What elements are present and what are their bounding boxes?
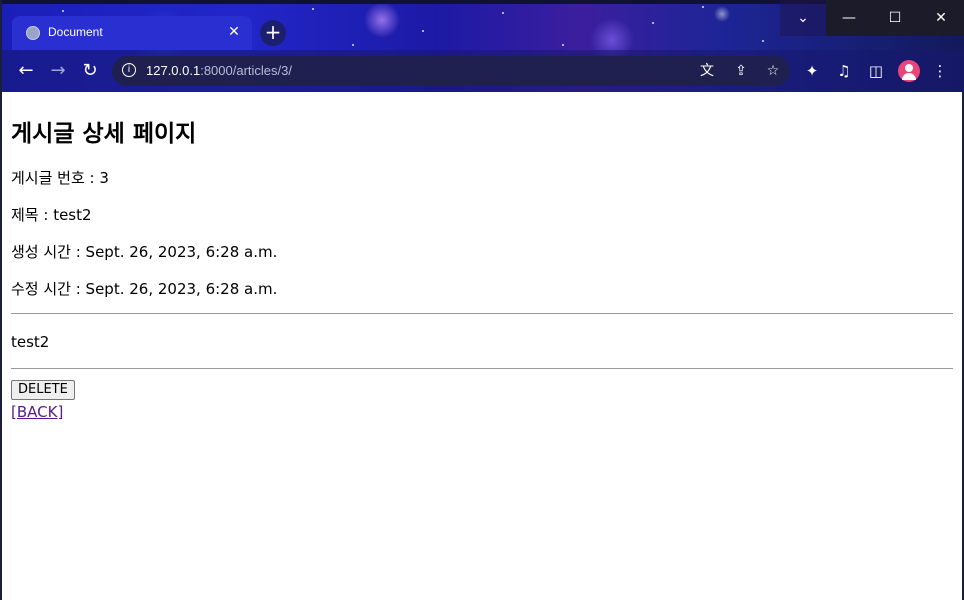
globe-icon — [26, 26, 40, 40]
close-window-button[interactable]: ✕ — [918, 0, 964, 36]
minimize-button[interactable]: — — [826, 0, 872, 36]
delete-button[interactable]: DELETE — [11, 380, 75, 400]
created-time: 생성 시간 : Sept. 26, 2023, 6:28 a.m. — [11, 243, 278, 261]
profile-icon[interactable] — [898, 60, 920, 82]
article-title: 제목 : test2 — [11, 206, 92, 224]
forward-arrow-icon[interactable]: → — [46, 59, 70, 83]
browser-chrome: Document ✕ + ⌄ — ☐ ✕ ← → ↻ i 127.0.0.1:8… — [2, 0, 964, 92]
back-link[interactable]: [BACK] — [11, 403, 63, 421]
article-content: test2 — [11, 333, 50, 351]
divider — [11, 313, 953, 314]
url-text[interactable]: 127.0.0.1:8000/articles/3/ — [146, 63, 292, 78]
tab-title: Document — [48, 25, 103, 39]
back-arrow-icon[interactable]: ← — [14, 59, 38, 83]
updated-time: 수정 시간 : Sept. 26, 2023, 6:28 a.m. — [11, 280, 278, 298]
maximize-button[interactable]: ☐ — [872, 0, 918, 36]
url-host: 127.0.0.1 — [146, 63, 201, 78]
translate-icon[interactable]: 文 — [698, 62, 716, 80]
page-content: 게시글 상세 페이지 게시글 번호 : 3 제목 : test2 생성 시간 :… — [2, 92, 962, 600]
media-icon[interactable]: ♫ — [834, 61, 854, 81]
tab-close-icon[interactable]: ✕ — [226, 23, 242, 41]
new-tab-button[interactable]: + — [260, 20, 286, 46]
share-icon[interactable]: ⇪ — [732, 62, 750, 80]
reload-icon[interactable]: ↻ — [78, 59, 102, 83]
info-icon[interactable]: i — [122, 63, 136, 77]
star-icon[interactable]: ☆ — [764, 62, 782, 80]
side-panel-icon[interactable]: ◫ — [866, 61, 886, 81]
address-bar[interactable]: i 127.0.0.1:8000/articles/3/ 文 ⇪ ☆ — [112, 56, 790, 86]
tab-search-dropdown-button[interactable]: ⌄ — [780, 0, 826, 36]
menu-dots-icon[interactable]: ⋮ — [930, 61, 950, 81]
browser-window: Document ✕ + ⌄ — ☐ ✕ ← → ↻ i 127.0.0.1:8… — [0, 0, 964, 600]
article-number: 게시글 번호 : 3 — [11, 169, 109, 187]
divider — [11, 368, 953, 369]
url-path: :8000/articles/3/ — [200, 63, 292, 78]
browser-toolbar: ← → ↻ i 127.0.0.1:8000/articles/3/ 文 ⇪ ☆… — [2, 50, 964, 92]
page-title: 게시글 상세 페이지 — [11, 121, 197, 147]
tab-document[interactable]: Document ✕ — [12, 16, 252, 50]
extensions-icon[interactable]: ✦ — [802, 61, 822, 81]
